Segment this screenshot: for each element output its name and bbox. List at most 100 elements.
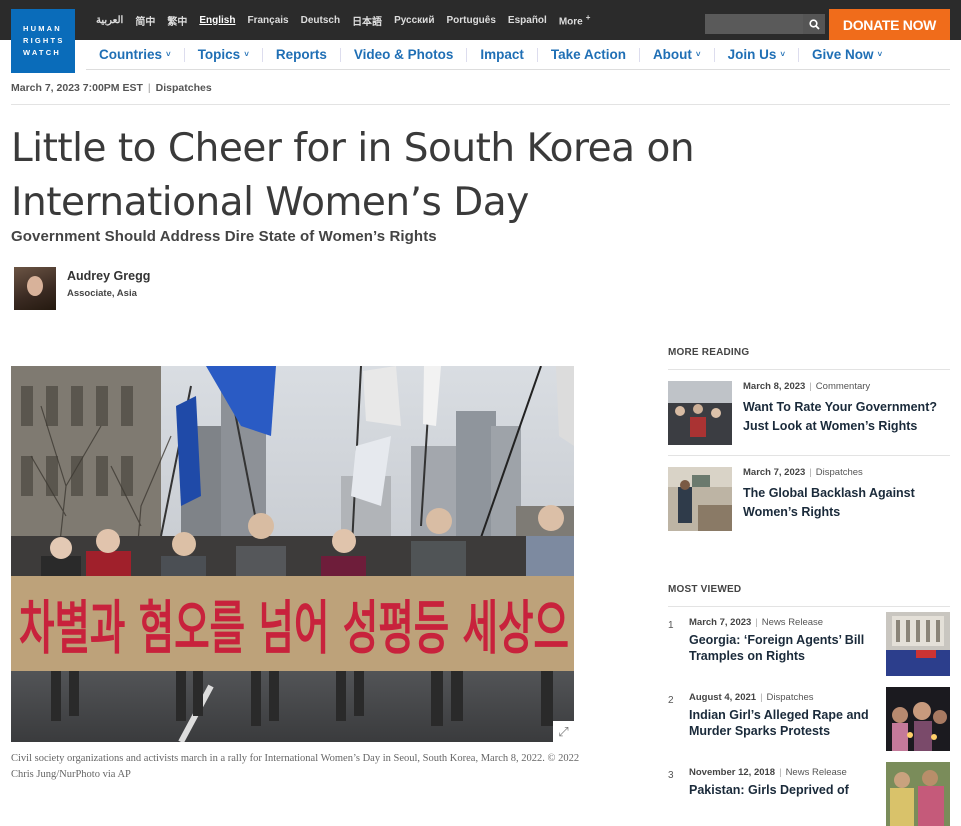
article-dateline: March 7, 2023 7:00PM EST | Dispatches xyxy=(11,82,212,94)
search-input[interactable] xyxy=(705,14,803,34)
divider xyxy=(668,606,950,607)
article-meta: March 7, 2023 | News Release xyxy=(689,617,823,628)
article-link[interactable]: Georgia: ‘Foreign Agents’ Bill Tramples … xyxy=(689,633,869,664)
more-reading-item[interactable]: March 8, 2023 | Commentary Want To Rate Yo… xyxy=(668,381,950,456)
chevron-down-icon: ˅ xyxy=(877,49,883,59)
separator: | xyxy=(147,82,151,94)
most-viewed-item[interactable]: 3 November 12, 2018 | News Release Pakista… xyxy=(668,762,950,826)
nav-topics[interactable]: Topics ˅ xyxy=(185,46,263,62)
author-name-link[interactable]: Audrey Gregg xyxy=(67,269,150,283)
hero-image: 차별과 혐오를 넘어 성평등 세상으 xyxy=(11,366,574,742)
article-type: News Release xyxy=(761,617,824,628)
logo-line: RIGHTS xyxy=(23,36,65,45)
logo-line: WATCH xyxy=(23,48,61,57)
author-face xyxy=(27,276,43,296)
candlelight-protest-thumbnail xyxy=(886,687,950,751)
nav-about[interactable]: About ˅ xyxy=(640,47,715,62)
article-type: Commentary xyxy=(815,381,871,392)
top-bar: العربية 简中 繁中 English Français Deutsch 日… xyxy=(0,0,961,40)
logo-line: HUMAN xyxy=(23,24,62,33)
rank-number: 1 xyxy=(668,620,674,631)
article-type-link[interactable]: Dispatches xyxy=(156,82,212,94)
more-reading-heading: MORE READING xyxy=(668,347,750,358)
article-link[interactable]: The Global Backlash Against Women’s Righ… xyxy=(743,484,953,522)
expand-image-button[interactable]: ⤢ xyxy=(553,721,574,742)
most-viewed-heading: MOST VIEWED xyxy=(668,584,742,595)
lang-japanese[interactable]: 日本語 xyxy=(352,13,382,28)
nav-impact[interactable]: Impact xyxy=(467,47,538,62)
classroom-thumbnail xyxy=(668,467,732,531)
separator: | xyxy=(809,467,812,478)
nav-label: Join Us xyxy=(727,46,777,62)
nav-countries[interactable]: Countries ˅ xyxy=(86,46,185,62)
lang-simplified-chinese[interactable]: 简中 xyxy=(135,13,155,28)
nav-label: Countries xyxy=(99,46,163,62)
more-reading-item[interactable]: March 7, 2023 | Dispatches The Global Back… xyxy=(668,467,950,537)
more-languages-button[interactable]: More + xyxy=(559,13,591,27)
rank-number: 2 xyxy=(668,695,674,706)
article-date: March 7, 2023 xyxy=(689,617,752,628)
article-thumbnail[interactable] xyxy=(886,762,950,826)
article-meta: March 8, 2023 | Commentary xyxy=(743,381,870,392)
article-link[interactable]: Want To Rate Your Government? Just Look … xyxy=(743,398,953,436)
article-date: March 7, 2023 xyxy=(743,467,806,478)
nav-label: Reports xyxy=(275,46,327,62)
article-subtitle: Government Should Address Dire State of … xyxy=(11,228,437,245)
expand-icon: ⤢ xyxy=(558,723,569,739)
article-thumbnail[interactable] xyxy=(886,687,950,751)
nav-label: Take Action xyxy=(550,46,626,62)
search-icon xyxy=(808,18,820,30)
chevron-down-icon: ˅ xyxy=(166,49,171,59)
divider xyxy=(668,369,950,370)
divider xyxy=(668,455,950,456)
nav-label: Video & Photos xyxy=(353,46,454,62)
nav-join-us[interactable]: Join Us ˅ xyxy=(715,46,800,62)
nav-give-now[interactable]: Give Now ˅ xyxy=(799,46,895,62)
article-link[interactable]: Indian Girl’s Alleged Rape and Murder Sp… xyxy=(689,708,869,739)
main-nav: Countries ˅ Topics ˅ Reports Video & Photo… xyxy=(86,40,950,70)
most-viewed-item[interactable]: 1 March 7, 2023 | News Release Georgia: ‘F… xyxy=(668,612,950,682)
lang-arabic[interactable]: العربية xyxy=(96,15,123,26)
article-thumbnail[interactable] xyxy=(886,612,950,676)
separator: | xyxy=(809,381,812,392)
article-meta: August 4, 2021 | Dispatches xyxy=(689,692,814,703)
donate-button[interactable]: DONATE NOW xyxy=(829,9,950,40)
more-languages-label: More xyxy=(558,16,583,28)
nav-video-photos[interactable]: Video & Photos xyxy=(341,46,468,62)
banner-text: 차별과 혐오를 넘어 성평등 세상으 xyxy=(19,594,569,662)
divider xyxy=(11,104,950,105)
lang-russian[interactable]: Русский xyxy=(394,15,434,26)
lang-english[interactable]: English xyxy=(199,15,235,26)
article-date: November 12, 2018 xyxy=(689,767,776,778)
georgia-protest-thumbnail xyxy=(886,612,950,676)
article-meta: March 7, 2023 | Dispatches xyxy=(743,467,863,478)
article-date: August 4, 2021 xyxy=(689,692,757,703)
lang-spanish[interactable]: Español xyxy=(508,15,547,26)
article-meta: November 12, 2018 | News Release xyxy=(689,767,847,778)
chevron-down-icon: ˅ xyxy=(244,49,249,59)
nav-reports[interactable]: Reports xyxy=(263,46,341,62)
article-thumbnail[interactable] xyxy=(668,467,732,531)
rally-photo: 차별과 혐오를 넘어 성평등 세상으 xyxy=(11,366,574,742)
lang-german[interactable]: Deutsch xyxy=(301,15,340,26)
nav-take-action[interactable]: Take Action xyxy=(538,46,640,62)
article-thumbnail[interactable] xyxy=(668,381,732,445)
lang-traditional-chinese[interactable]: 繁中 xyxy=(167,13,187,28)
lang-portuguese[interactable]: Português xyxy=(446,15,495,26)
pakistan-thumbnail xyxy=(886,762,950,826)
most-viewed-item[interactable]: 2 August 4, 2021 | Dispatches Indian Girl’… xyxy=(668,687,950,757)
plus-icon: + xyxy=(585,12,591,22)
separator: | xyxy=(760,692,763,703)
nav-label: Topics xyxy=(197,46,241,62)
separator: | xyxy=(755,617,758,628)
article-date: March 7, 2023 7:00PM EST xyxy=(11,82,143,94)
page-title: Little to Cheer for in South Korea on In… xyxy=(11,126,695,225)
protest-thumbnail xyxy=(668,381,732,445)
lang-french[interactable]: Français xyxy=(247,15,288,26)
language-switcher: العربية 简中 繁中 English Français Deutsch 日… xyxy=(96,0,590,40)
article-type: News Release xyxy=(785,767,847,778)
author-avatar[interactable] xyxy=(14,267,56,310)
nav-label: Give Now xyxy=(812,46,874,62)
hrw-logo[interactable]: HUMAN RIGHTS WATCH xyxy=(11,9,75,73)
search-button[interactable] xyxy=(803,14,825,34)
